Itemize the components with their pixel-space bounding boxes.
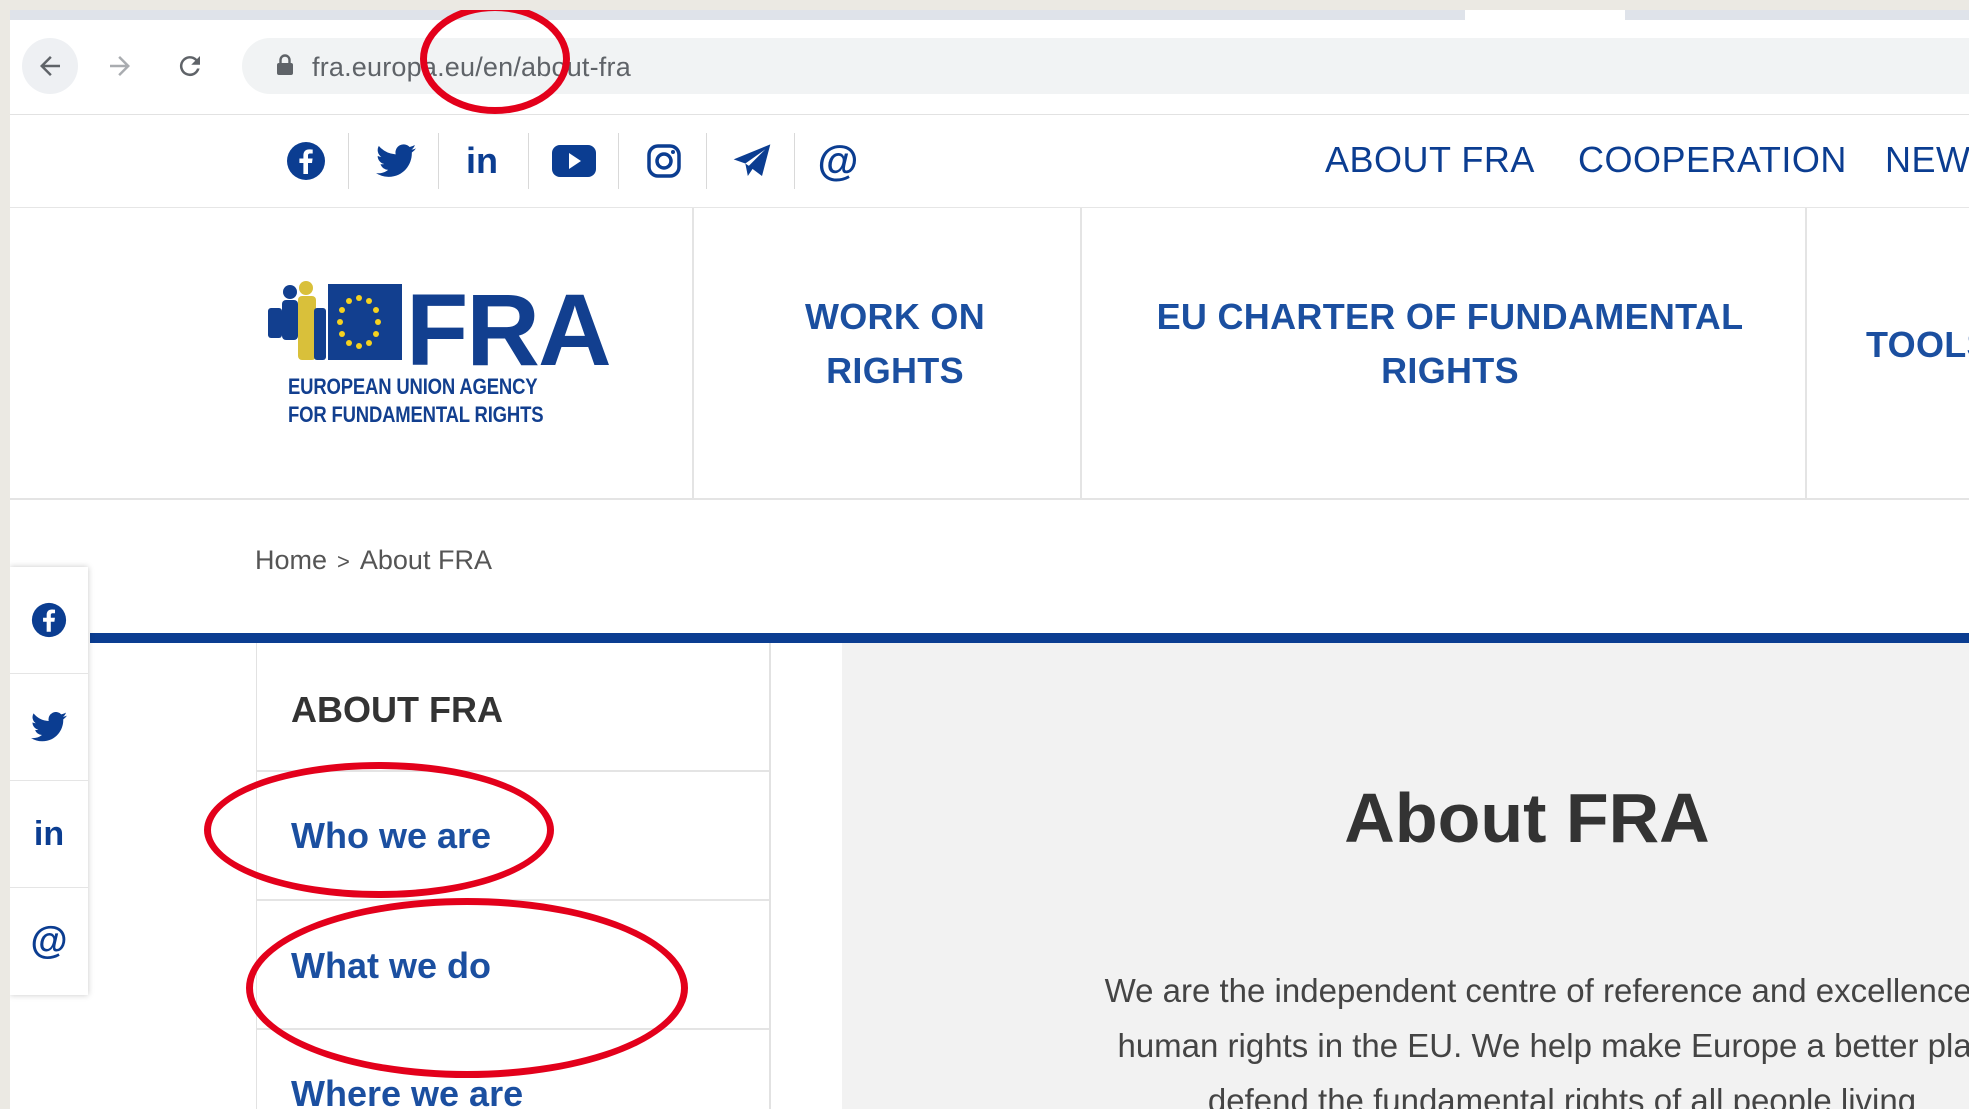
content-area: About FRA We are the independent centre …: [842, 643, 1969, 1109]
sidebar-item-where-we-are[interactable]: Where we are: [291, 1073, 523, 1109]
top-nav-about-fra[interactable]: ABOUT FRA: [1325, 139, 1535, 181]
fra-logo[interactable]: FRA EUROPEAN UNION AGENCY FOR FUNDAMENTA…: [268, 273, 628, 428]
twitter-icon[interactable]: [372, 137, 420, 185]
divider: [794, 133, 795, 189]
top-nav-cooperation[interactable]: COOPERATION: [1578, 139, 1847, 181]
facebook-icon: [31, 602, 67, 638]
divider: [528, 133, 529, 189]
share-sidebar: in @: [10, 567, 88, 995]
linkedin-icon: in: [33, 814, 65, 853]
sidebar-heading: ABOUT FRA: [291, 689, 503, 730]
tab-strip: [10, 10, 1969, 20]
share-email[interactable]: @: [10, 888, 88, 994]
breadcrumb-home[interactable]: Home: [255, 545, 327, 575]
linkedin-icon[interactable]: in: [458, 137, 506, 185]
breadcrumb-current: About FRA: [359, 545, 492, 575]
share-linkedin[interactable]: in: [10, 781, 88, 888]
forward-button[interactable]: [92, 38, 148, 94]
instagram-icon[interactable]: [640, 137, 688, 185]
lock-icon: [277, 54, 293, 75]
browser-toolbar: fra.europa.eu/en/about-fra: [10, 20, 1969, 115]
reload-button[interactable]: [162, 38, 218, 94]
logo-subtitle-line2: FOR FUNDAMENTAL RIGHTS: [288, 402, 544, 427]
main-nav-eu-charter[interactable]: EU CHARTER OF FUNDAMENTAL RIGHTS: [1100, 290, 1800, 398]
logo-wordmark: FRA: [406, 273, 612, 387]
social-top-bar: in @ ABOUT FRA COOPERATION NEWS: [10, 115, 1969, 208]
back-button[interactable]: [22, 38, 78, 94]
active-tab[interactable]: [1465, 10, 1625, 20]
youtube-icon[interactable]: [550, 137, 598, 185]
telegram-icon[interactable]: [728, 137, 776, 185]
divider: [618, 133, 619, 189]
page-title: About FRA: [1344, 779, 1710, 857]
breadcrumb: Home > About FRA: [255, 545, 492, 576]
reload-icon: [179, 56, 200, 77]
arrow-left-icon: [40, 56, 60, 76]
logo-subtitle-line1: EUROPEAN UNION AGENCY: [288, 374, 538, 399]
divider: [348, 133, 349, 189]
screenshot: fra.europa.eu/en/about-fra in @ ABOUT FR…: [10, 10, 1969, 1109]
divider: [706, 133, 707, 189]
share-facebook[interactable]: [10, 567, 88, 674]
twitter-icon: [31, 712, 67, 742]
share-twitter[interactable]: [10, 674, 88, 781]
at-icon[interactable]: @: [814, 137, 862, 185]
divider: [438, 133, 439, 189]
at-icon: @: [30, 919, 68, 962]
blue-rule: [90, 633, 1969, 643]
divider: [1080, 208, 1082, 498]
intro-paragraph: We are the independent centre of referen…: [1104, 972, 1969, 1109]
annotation-circle-who-we-are: [204, 762, 554, 898]
breadcrumb-separator: >: [337, 549, 350, 574]
top-nav-news[interactable]: NEWS: [1885, 139, 1969, 181]
annotation-circle-what-we-do: [246, 898, 688, 1078]
divider: [692, 208, 694, 498]
site-header: FRA EUROPEAN UNION AGENCY FOR FUNDAMENTA…: [10, 208, 1969, 500]
arrow-right-icon: [110, 56, 130, 76]
divider: [1805, 208, 1807, 498]
main-nav-tools[interactable]: TOOLS: [1866, 318, 1969, 372]
facebook-icon[interactable]: [282, 137, 330, 185]
main-nav-work-on-rights[interactable]: WORK ON RIGHTS: [710, 290, 1080, 398]
